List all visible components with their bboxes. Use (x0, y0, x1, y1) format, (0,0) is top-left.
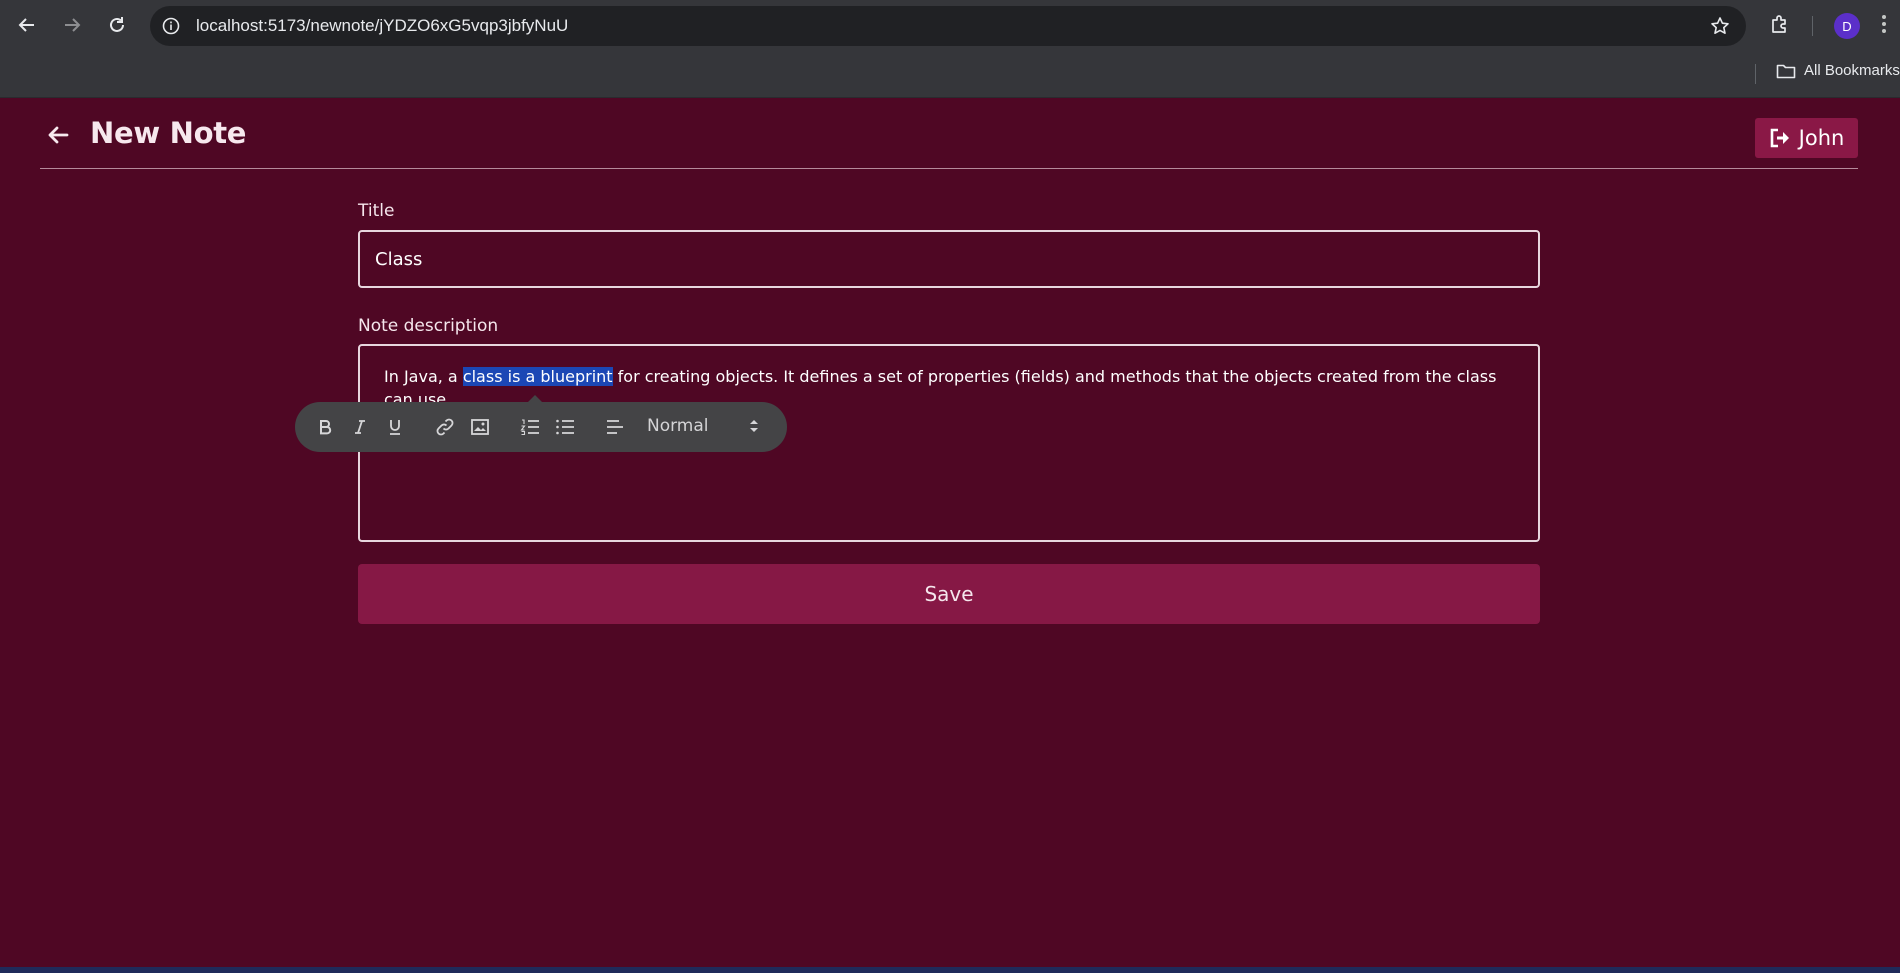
sign-out-icon (1770, 128, 1789, 148)
bold-button[interactable] (313, 415, 337, 439)
toolbar-divider (1812, 16, 1813, 36)
underline-icon (390, 420, 400, 435)
description-text-before: In Java, a (384, 367, 463, 386)
site-info-icon[interactable] (162, 17, 180, 39)
header-format-select[interactable]: Normal (647, 414, 759, 440)
browser-forward-button[interactable] (59, 12, 85, 38)
url-text[interactable]: localhost:5173/newnote/jYDZO6xG5vqp3jbfy… (196, 6, 568, 46)
description-label: Note description (358, 316, 499, 336)
bullet-list-button[interactable] (553, 415, 577, 439)
extensions-icon[interactable] (1769, 13, 1791, 39)
all-bookmarks-button[interactable]: All Bookmarks (1776, 62, 1900, 79)
browser-menu-icon[interactable] (1882, 15, 1886, 36)
link-button[interactable] (433, 415, 457, 439)
image-icon (471, 419, 489, 435)
logout-button[interactable]: John (1755, 118, 1858, 158)
image-button[interactable] (468, 415, 492, 439)
select-arrows-icon (750, 420, 758, 432)
title-input[interactable] (358, 230, 1540, 288)
formatting-toolbar: Normal (295, 395, 787, 452)
arrow-left-icon (48, 126, 69, 144)
bookmarks-divider (1755, 64, 1756, 84)
italic-button[interactable] (348, 415, 372, 439)
link-icon (436, 418, 454, 436)
title-label: Title (358, 201, 395, 221)
browser-toolbar: localhost:5173/newnote/jYDZO6xG5vqp3jbfy… (0, 0, 1900, 50)
bookmark-star-icon[interactable] (1710, 16, 1730, 40)
page-title: New Note (90, 116, 247, 150)
folder-icon (1776, 64, 1796, 78)
back-button[interactable] (46, 124, 74, 148)
arrow-right-icon (65, 18, 81, 32)
app-root: New Note John Title Note description In … (0, 98, 1900, 967)
profile-avatar[interactable]: D (1834, 13, 1860, 39)
all-bookmarks-label: All Bookmarks (1804, 62, 1900, 79)
user-name: John (1798, 126, 1845, 150)
underline-button[interactable] (383, 415, 407, 439)
browser-back-button[interactable] (14, 12, 40, 38)
italic-icon (355, 420, 365, 434)
align-button[interactable] (603, 415, 627, 439)
align-left-icon (607, 420, 623, 434)
reload-icon (110, 17, 124, 32)
selected-text: class is a blueprint (462, 367, 613, 386)
ordered-list-icon (520, 419, 539, 436)
bold-icon (320, 420, 332, 435)
arrow-left-icon (18, 18, 34, 32)
address-bar[interactable]: localhost:5173/newnote/jYDZO6xG5vqp3jbfy… (150, 6, 1746, 46)
header-format-value: Normal (647, 416, 709, 436)
bookmarks-bar: All Bookmarks (0, 50, 1900, 98)
toolbar-caret (528, 395, 542, 402)
browser-reload-button[interactable] (104, 12, 130, 38)
bullet-list-icon (556, 419, 574, 435)
save-button[interactable]: Save (358, 564, 1540, 624)
ordered-list-button[interactable] (518, 415, 542, 439)
app-header: New Note John (40, 98, 1858, 169)
taskbar-edge (0, 967, 1900, 973)
